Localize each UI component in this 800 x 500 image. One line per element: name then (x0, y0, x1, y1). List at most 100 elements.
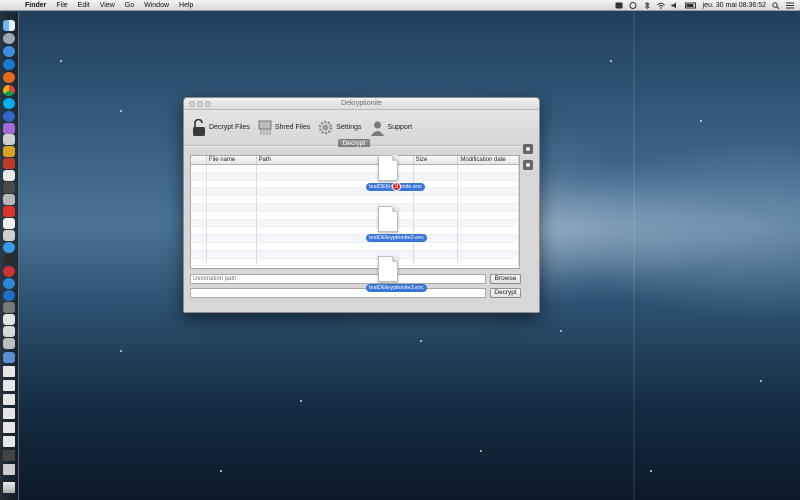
notification-center-icon[interactable] (786, 2, 794, 9)
app-icon-25[interactable] (3, 314, 15, 325)
column-header-modification-date[interactable]: Modification date (458, 156, 519, 164)
table-row[interactable] (191, 235, 519, 243)
column-header-file-name[interactable]: File name (207, 156, 257, 164)
minimize-window-button[interactable] (197, 101, 203, 107)
menu-help[interactable]: Help (174, 0, 198, 11)
app-icon-10[interactable] (3, 134, 15, 145)
table-row[interactable] (191, 188, 519, 197)
support-label: Support (387, 124, 413, 131)
title-bar[interactable]: Dekryptionite (184, 98, 539, 110)
status-app-icon[interactable] (615, 2, 623, 9)
wifi-icon[interactable] (656, 2, 665, 9)
safari-icon[interactable] (3, 59, 15, 70)
dragged-file-label-3: testDEkryptionite3.enc (366, 284, 428, 292)
battery-icon[interactable] (684, 2, 697, 9)
firefox-icon[interactable] (3, 72, 15, 83)
decrypt-button[interactable]: Decrypt (490, 288, 521, 298)
menu-bar: Finder File Edit View Go Window Help jeu… (0, 0, 800, 11)
dragged-file-2[interactable]: testDEkryptionite2.enc (366, 206, 428, 242)
downloads-stack-icon[interactable] (3, 464, 15, 475)
side-tool-buttons (523, 144, 533, 176)
dock-window-thumb-1[interactable] (3, 366, 15, 377)
app-icon-12[interactable] (3, 158, 15, 169)
dock (0, 12, 19, 500)
app-icon-11[interactable] (3, 146, 15, 157)
browse-button[interactable]: Browse (490, 274, 521, 284)
app-icon-21[interactable] (3, 266, 15, 277)
menu-window[interactable]: Window (139, 0, 174, 11)
toolbar-shred-files[interactable]: Shred Files (258, 120, 310, 136)
app-store-icon[interactable] (3, 46, 15, 57)
dock-window-thumb-7[interactable] (3, 450, 15, 461)
volume-icon[interactable] (671, 2, 679, 9)
app-icon-8[interactable] (3, 111, 15, 122)
dragged-file-3[interactable]: testDEkryptionite3.enc (366, 256, 428, 292)
table-row[interactable] (191, 211, 519, 220)
app-icon-19[interactable] (3, 242, 15, 253)
app-icon-22[interactable] (3, 278, 15, 289)
table-row[interactable] (191, 219, 519, 228)
menu-app-name[interactable]: Finder (20, 0, 51, 11)
chrome-icon[interactable] (3, 85, 15, 96)
shred-files-label: Shred Files (274, 124, 311, 131)
timemachine-icon[interactable] (629, 1, 637, 9)
app-icon-16[interactable] (3, 206, 15, 217)
table-row[interactable] (191, 227, 519, 236)
toolbar-decrypt-files[interactable]: Decrypt Files (192, 118, 250, 137)
dock-window-thumb-2[interactable] (3, 380, 15, 391)
menubar-clock[interactable]: jeu. 30 mai 08:36:52 (703, 2, 766, 9)
app-icon-26[interactable] (3, 326, 15, 337)
zoom-window-button[interactable] (205, 101, 211, 107)
menu-file[interactable]: File (51, 0, 72, 11)
finder-icon[interactable] (3, 20, 15, 31)
table-row[interactable] (191, 180, 519, 189)
checkbox-column-header[interactable] (191, 156, 207, 164)
gear-side-icon[interactable] (523, 144, 533, 154)
dragged-file-1[interactable]: testDEKryptionite.enc 3 (366, 155, 425, 191)
menu-edit[interactable]: Edit (73, 0, 95, 11)
table-row[interactable] (191, 203, 519, 212)
skype-icon[interactable] (3, 98, 15, 109)
launchpad-icon[interactable] (3, 33, 15, 44)
bluetooth-icon[interactable] (643, 1, 651, 9)
dock-window-thumb-3[interactable] (3, 394, 15, 405)
dock-window-thumb-6[interactable] (3, 436, 15, 447)
dock-window-thumb-5[interactable] (3, 422, 15, 433)
app-icon-17[interactable] (3, 218, 15, 229)
content-area: File name Path Size Modification date De… (184, 147, 539, 312)
close-window-button[interactable] (189, 101, 195, 107)
trash-icon[interactable] (3, 482, 15, 493)
app-icon-14[interactable] (3, 182, 15, 193)
destination-row: Browse (190, 274, 521, 284)
app-icon-27[interactable] (3, 338, 15, 349)
menu-view[interactable]: View (95, 0, 120, 11)
table-row[interactable] (191, 258, 519, 267)
password-input[interactable] (190, 288, 486, 298)
dock-window-thumb-4[interactable] (3, 408, 15, 419)
table-row[interactable] (191, 165, 519, 173)
table-row[interactable] (191, 172, 519, 181)
app-icon-9[interactable] (3, 123, 15, 134)
spotlight-icon[interactable] (772, 1, 780, 9)
app-icon-13[interactable] (3, 170, 15, 181)
minus-side-icon[interactable] (523, 160, 533, 170)
app-icon-23[interactable] (3, 290, 15, 301)
app-icon-20[interactable] (3, 254, 15, 265)
app-icon-18[interactable] (3, 230, 15, 241)
file-table[interactable]: File name Path Size Modification date (190, 155, 520, 269)
table-rows (191, 165, 519, 267)
table-row[interactable] (191, 196, 519, 204)
column-header-size[interactable]: Size (414, 156, 459, 164)
table-row[interactable] (191, 250, 519, 259)
document-icon (378, 206, 398, 232)
toolbar-settings[interactable]: Settings (318, 120, 362, 135)
app-icon-28[interactable] (3, 352, 15, 363)
app-icon-15[interactable] (3, 194, 15, 205)
table-row[interactable] (191, 242, 519, 251)
menu-go[interactable]: Go (120, 0, 139, 11)
destination-path-input[interactable] (190, 274, 486, 284)
toolbar-support[interactable]: Support (370, 120, 413, 136)
app-icon-24[interactable] (3, 302, 15, 313)
table-header: File name Path Size Modification date (191, 156, 519, 165)
drag-count-badge: 3 (392, 182, 401, 191)
